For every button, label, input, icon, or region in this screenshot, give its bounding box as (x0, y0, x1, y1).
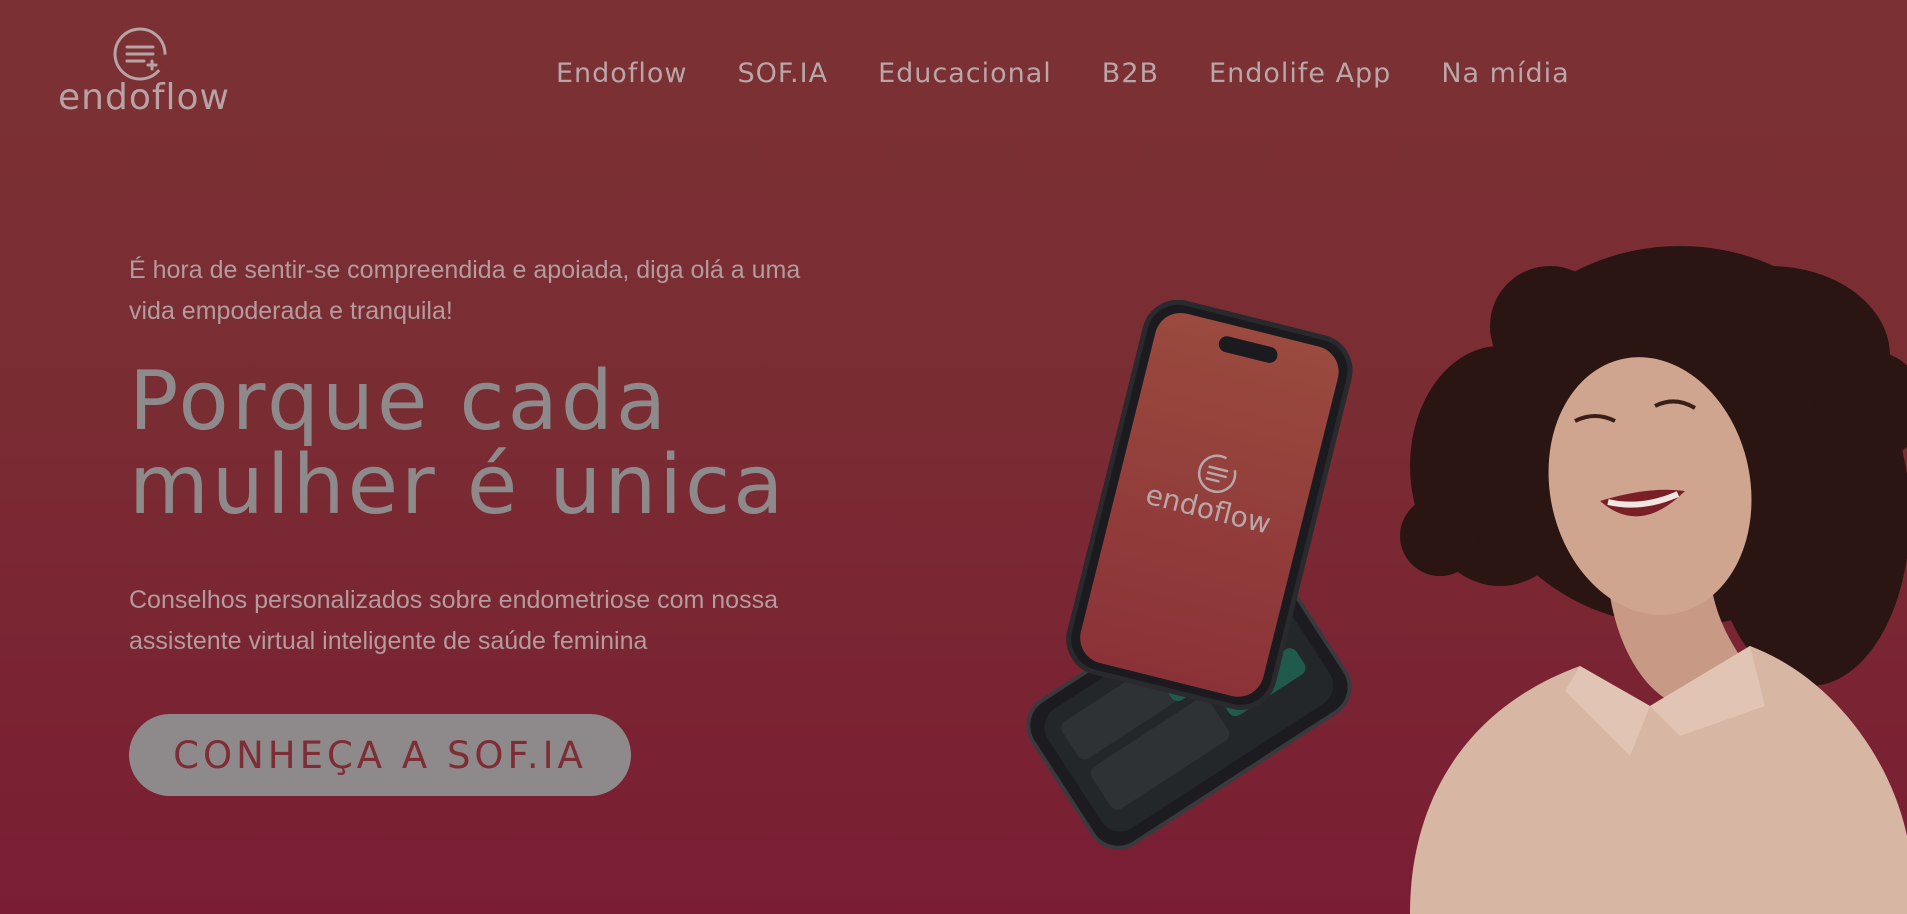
hero-tagline: É hora de sentir-se compreendida e apoia… (129, 256, 801, 325)
nav-item-na-midia[interactable]: Na mídia (1441, 58, 1569, 89)
hero-subcopy: Conselhos personalizados sobre endometri… (129, 586, 778, 655)
hero-headline: Porque cada mulher é unica (129, 360, 889, 528)
nav-item-sofia[interactable]: SOF.IA (737, 58, 828, 89)
hero-headline-line1: Porque cada (129, 354, 670, 449)
cta-button-conheca-sofia[interactable]: CONHEÇA A SOF.IA (129, 714, 631, 796)
brand-logo[interactable]: endoflow (48, 26, 240, 122)
nav-item-endolife-app[interactable]: Endolife App (1209, 58, 1391, 89)
nav-item-educacional[interactable]: Educacional (878, 58, 1052, 89)
brand-name: endoflow (58, 77, 230, 118)
nav-item-b2b[interactable]: B2B (1102, 58, 1159, 89)
endoflow-logo-icon (113, 27, 167, 81)
main-nav: Endoflow SOF.IA Educacional B2B Endolife… (556, 58, 1570, 89)
woman-laughing-image (1400, 246, 1907, 914)
hero-headline-line2: mulher é unica (129, 438, 787, 533)
phone-mockup-image: endoflow (1026, 300, 1353, 850)
nav-item-endoflow[interactable]: Endoflow (556, 58, 687, 89)
